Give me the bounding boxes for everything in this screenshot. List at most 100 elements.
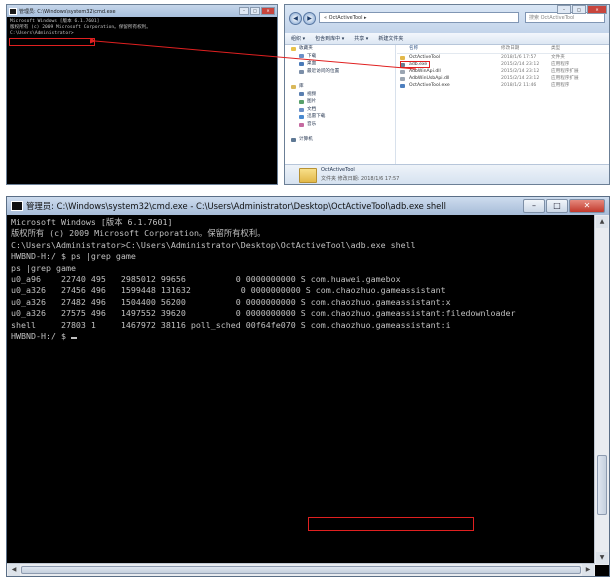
explorer-toolbar: 组织 ▾ 包含到库中 ▾ 共享 ▾ 新建文件夹 [285,33,609,45]
maximize-icon[interactable]: □ [546,199,568,213]
vertical-scroll-thumb[interactable] [597,455,607,515]
nav-item-label: 文档 [307,106,317,112]
minimize-icon[interactable]: – [523,199,545,213]
navigation-pane: 收藏夹 下载 桌面 最近访问的位置库视频 图片 文档迅雷下载 音乐计算机 [285,45,396,167]
new-folder-button[interactable]: 新建文件夹 [378,35,403,42]
file-row[interactable]: AdbWinApi.dll 2015/2/14 23:12 应用程序扩展 [397,68,609,75]
organize-menu[interactable]: 组织 ▾ [291,35,305,42]
nav-item-icon [299,54,304,59]
cmd-line: u0_a326 27456 496 1599448 131632 0 00000… [11,285,446,296]
selected-item-name: OctActiveTool [321,167,355,173]
file-icon [400,69,405,74]
cmd-icon [11,201,23,211]
nav-item[interactable]: 图片 [285,98,395,106]
process-highlight-box [308,517,474,531]
nav-item[interactable]: 迅雷下载 [285,113,395,121]
back-icon[interactable]: ◀ [289,12,302,25]
nav-item[interactable]: 最近访问的位置 [285,68,395,76]
nav-item[interactable]: 计算机 [285,136,395,144]
scroll-right-icon[interactable]: ▶ [582,564,594,576]
cmd-prompt-line: HWBND-H:/ $ [11,331,597,342]
file-row[interactable]: adb.exe 2015/2/14 23:12 应用程序 [397,61,609,68]
address-bar[interactable]: « OctActiveTool ▸ [319,12,519,23]
file-row[interactable]: OctActiveTool 2018/1/6 17:57 文件夹 [397,54,609,61]
file-name: OctActiveTool.exe [409,83,450,88]
forward-icon[interactable]: ▶ [303,12,316,25]
cmd-line: Microsoft Windows [版本 6.1.7601] [11,217,173,227]
cmd-line: HWBND-H:/ $ ps |grep game [11,251,136,262]
small-cmd-window[interactable]: 管理员: C:\Windows\system32\cmd.exe – □ ✕ M… [6,4,278,185]
file-date: 2015/2/14 23:12 [501,76,540,81]
minimize-icon[interactable]: – [239,7,249,15]
cmd-line: C:\Users\Administrator>C:\Users\Administ… [11,239,416,250]
folder-icon [299,168,317,183]
small-cmd-titlebar[interactable]: 管理员: C:\Windows\system32\cmd.exe – □ ✕ [7,5,277,17]
maximize-icon[interactable]: □ [572,5,586,14]
file-name: AdbWinUsbApi.dll [409,76,450,81]
horizontal-scroll-thumb[interactable] [21,566,581,574]
explorer-window[interactable]: ◀ ▶ « OctActiveTool ▸ 搜索 OctActiveTool –… [284,4,610,185]
file-highlight-box [400,61,430,68]
prompt-highlight-box [9,38,95,46]
cmd-line: u0_a96 22740 495 2985012 99656 0 0000000… [11,274,401,285]
nav-item-icon [299,122,304,127]
nav-item-icon [299,99,304,104]
cmd-line: u0_a326 27575 496 1497552 39620 0 000000… [11,308,516,319]
file-list-header: 名称 修改日期 类型 [397,45,609,54]
close-icon[interactable]: ✕ [569,199,605,213]
column-type[interactable]: 类型 [551,45,591,53]
cmd-line: 版权所有 (c) 2009 Microsoft Corporation。保留所有… [11,228,266,239]
include-library-menu[interactable]: 包含到库中 ▾ [315,35,344,42]
file-name: OctActiveTool [409,55,441,60]
nav-item-label: 图片 [307,99,317,105]
scroll-down-icon[interactable]: ▼ [596,552,608,564]
nav-item [285,129,395,137]
scroll-left-icon[interactable]: ◀ [8,564,20,576]
selected-item-info: 文件夹 修改日期: 2018/1/6 17:57 [321,176,400,182]
nav-item[interactable]: 库 [285,83,395,91]
cmd-line: shell 27803 1 1467972 38116 poll_sched 0… [11,319,451,330]
cmd-shell-window[interactable]: 管理员: C:\Windows\system32\cmd.exe - C:\Us… [6,196,610,577]
explorer-titlebar[interactable]: ◀ ▶ « OctActiveTool ▸ 搜索 OctActiveTool –… [285,5,609,33]
cmd-line: ps |grep game [11,262,76,273]
close-icon[interactable]: ✕ [261,7,275,15]
cmd-output[interactable]: Microsoft Windows [版本 6.1.7601] 版权所有 (c) … [11,217,597,557]
cmd-titlebar[interactable]: 管理员: C:\Windows\system32\cmd.exe - C:\Us… [7,197,609,215]
nav-item[interactable]: 视频 [285,91,395,99]
nav-item-icon [299,107,304,112]
nav-item-label: 计算机 [299,137,313,143]
column-date[interactable]: 修改日期 [501,45,551,53]
file-date: 2018/1/2 11:46 [501,83,537,88]
maximize-icon[interactable]: □ [250,7,260,15]
file-date: 2015/2/14 23:12 [501,62,540,67]
file-type: 文件夹 [551,55,565,60]
nav-item-label: 迅雷下载 [307,114,326,120]
minimize-icon[interactable]: – [557,5,571,14]
nav-item-icon [299,61,304,66]
details-pane: OctActiveTool 文件夹 修改日期: 2018/1/6 17:57 [285,164,609,184]
close-icon[interactable]: ✕ [587,5,607,14]
nav-item[interactable]: 收藏夹 [285,45,395,53]
share-menu[interactable]: 共享 ▾ [354,35,368,42]
nav-item [285,75,395,83]
small-cmd-title: 管理员: C:\Windows\system32\cmd.exe [19,8,116,15]
scroll-up-icon[interactable]: ▲ [596,216,608,228]
file-row[interactable]: AdbWinUsbApi.dll 2015/2/14 23:12 应用程序扩展 [397,75,609,82]
file-row[interactable]: OctActiveTool.exe 2018/1/2 11:46 应用程序 [397,82,609,89]
horizontal-scrollbar[interactable]: ◀ ▶ [7,563,595,576]
text-cursor [70,337,77,340]
nav-item[interactable]: 桌面 [285,60,395,68]
file-icon [400,83,405,88]
file-type: 应用程序 [551,83,570,88]
cmd-icon [9,7,17,15]
nav-item[interactable]: 音乐 [285,121,395,129]
cmd-title: 管理员: C:\Windows\system32\cmd.exe - C:\Us… [26,201,446,211]
nav-item-icon [299,115,304,120]
small-cmd-output[interactable]: Microsoft Windows [版本 6.1.7601] 版权所有 (c) … [7,17,277,39]
file-type: 应用程序扩展 [551,69,579,74]
nav-item-label: 最近访问的位置 [307,68,340,74]
vertical-scrollbar[interactable]: ▲ ▼ [594,215,609,565]
nav-item[interactable]: 下载 [285,53,395,61]
nav-item[interactable]: 文档 [285,106,395,114]
column-name[interactable]: 名称 [397,45,501,53]
